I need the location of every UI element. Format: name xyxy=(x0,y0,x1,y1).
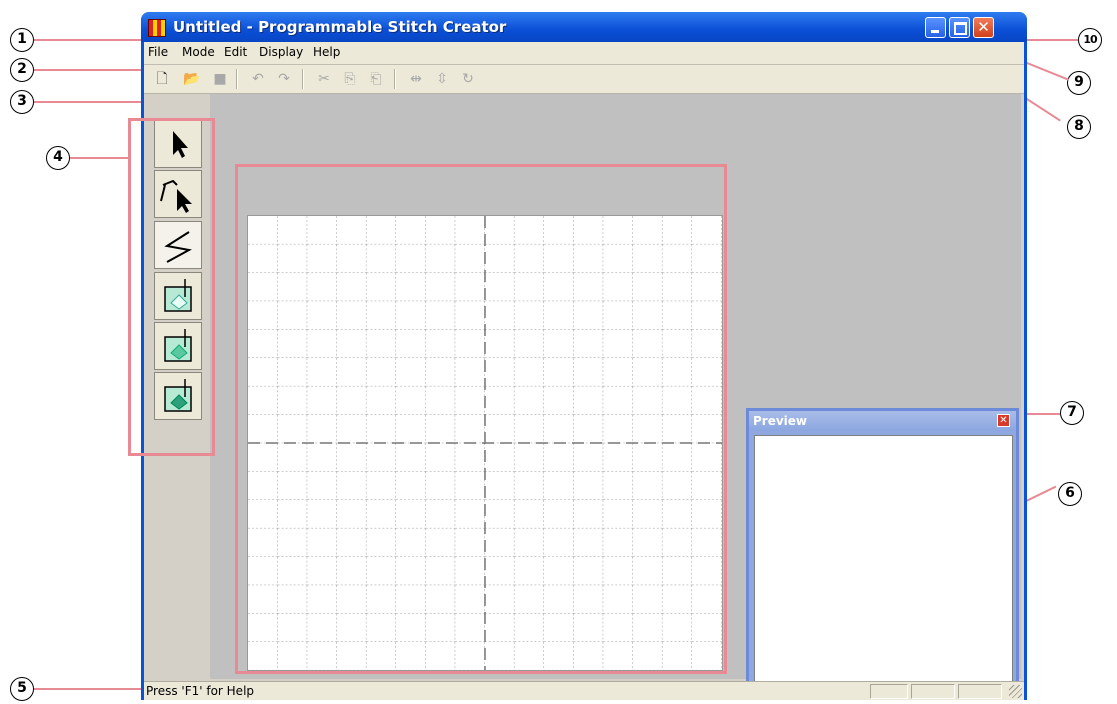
menu-file[interactable]: File xyxy=(148,45,168,59)
callout-5: 5 xyxy=(10,677,34,701)
callout-8: 8 xyxy=(1067,115,1091,139)
status-bar: Press 'F1' for Help xyxy=(144,681,1024,700)
menu-bar: File Mode Edit Display Help xyxy=(144,42,1024,65)
menu-display[interactable]: Display xyxy=(259,45,303,59)
callout-7: 7 xyxy=(1060,401,1084,425)
new-icon[interactable]: 🗋 xyxy=(152,69,172,89)
toolbox-highlight xyxy=(128,118,215,456)
menu-edit[interactable]: Edit xyxy=(224,45,247,59)
status-help-text: Press 'F1' for Help xyxy=(146,684,255,698)
callout-2: 2 xyxy=(10,58,34,82)
minimize-button[interactable] xyxy=(925,17,946,38)
close-icon: ✕ xyxy=(977,18,990,36)
callout-4: 4 xyxy=(46,146,70,170)
preview-title-bar[interactable]: Preview ✕ xyxy=(749,411,1016,431)
callout-6: 6 xyxy=(1058,482,1082,506)
maximize-button[interactable] xyxy=(949,17,970,38)
save-icon[interactable]: ■ xyxy=(210,69,230,89)
title-bar[interactable]: Untitled - Programmable Stitch Creator ✕ xyxy=(141,12,1027,42)
maximize-icon xyxy=(954,22,967,35)
close-button[interactable]: ✕ xyxy=(973,17,994,38)
callout-3-leader xyxy=(34,101,146,103)
callout-4-leader xyxy=(70,157,128,159)
flip-horizontal-icon[interactable]: ⇹ xyxy=(406,69,426,89)
rotate-icon[interactable]: ↻ xyxy=(458,69,478,89)
preview-title: Preview xyxy=(753,414,808,428)
status-pane xyxy=(958,684,1002,699)
copy-icon[interactable]: ⎘ xyxy=(340,69,360,89)
preview-close-button[interactable]: ✕ xyxy=(997,414,1010,427)
grid-highlight xyxy=(235,164,727,674)
toolbar-separator xyxy=(236,69,238,89)
callout-10-leader xyxy=(1026,39,1078,41)
resize-grip[interactable] xyxy=(1009,685,1022,698)
callout-3: 3 xyxy=(10,90,34,114)
callout-1-leader xyxy=(34,39,146,41)
preview-window[interactable]: Preview ✕ xyxy=(746,408,1019,700)
callout-5-leader xyxy=(34,688,146,690)
callout-9: 9 xyxy=(1067,71,1091,95)
menu-mode[interactable]: Mode xyxy=(182,45,215,59)
menu-help[interactable]: Help xyxy=(313,45,340,59)
toolbar-separator xyxy=(302,69,304,89)
open-icon[interactable]: 📂 xyxy=(182,69,202,89)
window-title: Untitled - Programmable Stitch Creator xyxy=(173,18,507,36)
status-pane xyxy=(911,684,955,699)
toolbar-separator xyxy=(394,69,396,89)
minimize-icon xyxy=(931,30,939,33)
callout-1: 1 xyxy=(10,28,34,52)
undo-icon[interactable]: ↶ xyxy=(248,69,268,89)
toolbar: 🗋 📂 ■ ↶ ↷ ✂ ⎘ ⎗ ⇹ ⇳ ↻ xyxy=(144,65,1024,94)
preview-canvas xyxy=(754,435,1013,698)
flip-vertical-icon[interactable]: ⇳ xyxy=(432,69,452,89)
redo-icon[interactable]: ↷ xyxy=(274,69,294,89)
cut-icon[interactable]: ✂ xyxy=(314,69,334,89)
app-icon[interactable] xyxy=(148,19,166,37)
callout-10: 10 xyxy=(1078,28,1102,52)
callout-2-leader xyxy=(34,69,146,71)
status-pane xyxy=(870,684,908,699)
paste-icon[interactable]: ⎗ xyxy=(366,69,386,89)
